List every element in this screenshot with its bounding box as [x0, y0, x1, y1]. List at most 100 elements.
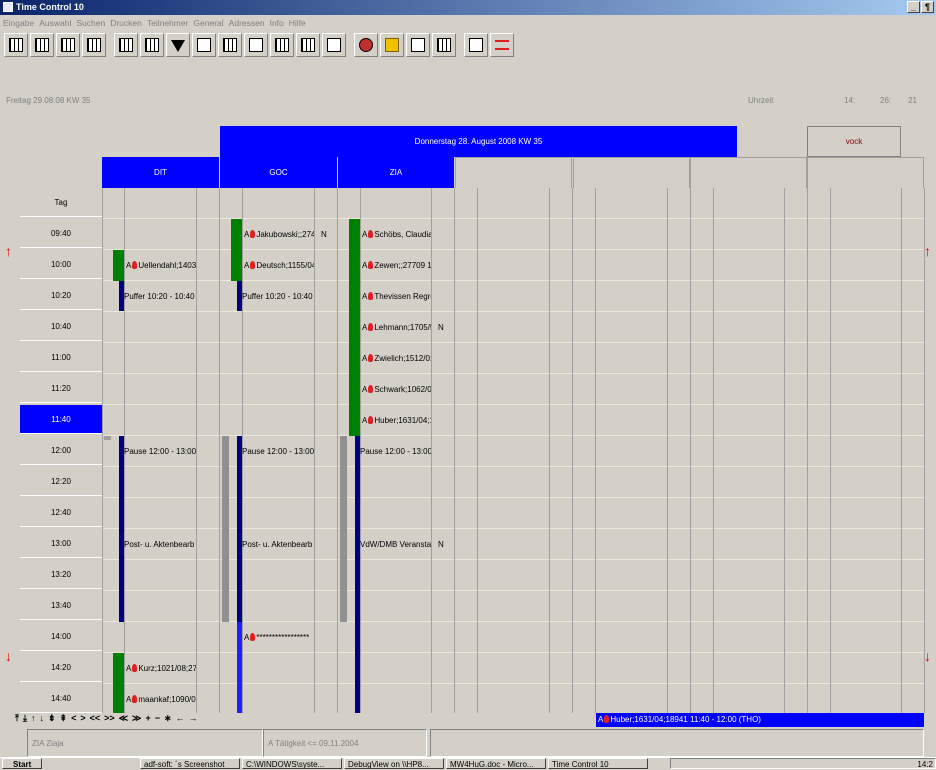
time-row[interactable]: 10:00 [20, 250, 102, 279]
appointment-bar[interactable] [113, 250, 124, 281]
room-header-zia[interactable]: ZIA [338, 157, 454, 188]
nav-left-icon[interactable]: ← [176, 713, 185, 727]
time-row[interactable]: 13:40 [20, 591, 102, 620]
restore-button[interactable]: ¶ [921, 1, 934, 13]
grid-day-icon[interactable] [56, 33, 80, 57]
nav-star-icon[interactable]: ∗ [164, 713, 172, 727]
appointment-entry[interactable]: A ***************** [244, 633, 314, 642]
nav-last-icon[interactable]: ⤓ [23, 713, 27, 727]
appointment-entry[interactable]: A Schwark;1062/0 [362, 385, 431, 394]
appointment-bar[interactable] [237, 622, 242, 713]
appointment-entry[interactable]: A Deutsch;1155/04 [244, 261, 314, 270]
scroll-down-arrow-icon[interactable]: ↓ [5, 648, 12, 664]
menu-auswahl[interactable]: Auswahl [39, 15, 71, 31]
clock[interactable]: 14:2 [917, 760, 933, 769]
day-header[interactable]: Donnerstag 28. August 2008 KW 35 [220, 126, 737, 157]
nav-next-month-icon[interactable]: ≫ [132, 713, 141, 727]
menu-teilnehmer[interactable]: Teilnehmer [147, 15, 189, 31]
columns-icon[interactable] [114, 33, 138, 57]
time-row[interactable]: 13:20 [20, 560, 102, 589]
taskbar-item[interactable]: MW4HuG.doc - Micro... [446, 758, 546, 769]
appointment-entry[interactable]: A Jakubowski;;274 [244, 230, 314, 239]
document-icon[interactable] [432, 33, 456, 57]
selection-status[interactable]: A Huber;1631/04;18941 11:40 - 12:00 (THO) [596, 713, 924, 727]
nav-next-week-icon[interactable]: >> [104, 713, 115, 727]
grid-month-icon[interactable] [30, 33, 54, 57]
pause-entry[interactable]: Pause 12:00 - 13:00 [360, 447, 431, 456]
time-row[interactable]: 12:40 [20, 498, 102, 527]
time-row[interactable]: 11:20 [20, 374, 102, 403]
menu-hilfe[interactable]: Hilfe [289, 15, 306, 31]
appointment-bar[interactable] [349, 219, 360, 436]
scroll-up-arrow-icon[interactable]: ↑ [5, 243, 12, 259]
time-row[interactable]: 09:40 [20, 219, 102, 248]
start-button[interactable]: Start [2, 758, 42, 769]
dialog-icon[interactable] [406, 33, 430, 57]
pause-bar[interactable] [119, 436, 124, 622]
menu-eingabe[interactable]: Eingabe [3, 15, 34, 31]
pause-entry[interactable]: Pause 12:00 - 13:00 [124, 447, 196, 456]
nav-right-icon[interactable]: → [189, 713, 198, 727]
time-row[interactable]: 10:40 [20, 312, 102, 341]
time-row[interactable]: 14:40 [20, 684, 102, 713]
lock-icon[interactable] [380, 33, 404, 57]
appointment-bar[interactable] [113, 653, 124, 713]
person-icon[interactable] [354, 33, 378, 57]
appointment-entry[interactable]: A Zwielich;1512/0: [362, 354, 431, 363]
room-header-empty[interactable] [573, 157, 690, 188]
red-list-icon[interactable] [490, 33, 514, 57]
appointment-entry[interactable]: A Schöbs, Claudia [362, 230, 431, 239]
room-header-dit[interactable]: DIT [102, 157, 219, 188]
task-entry[interactable]: VdW/DMB Veransta [360, 540, 431, 549]
nav-first-icon[interactable]: ⤒ [15, 713, 19, 727]
appointment-entry[interactable]: A Thevissen Regre [362, 292, 431, 301]
pause-entry[interactable]: Pause 12:00 - 13:00 [242, 447, 314, 456]
time-row[interactable]: 12:00 [20, 436, 102, 465]
appointment-entry[interactable]: A Lehmann;1705/5 [362, 323, 431, 332]
taskbar-item[interactable]: C:\WINDOWS\syste... [242, 758, 342, 769]
menu-drucken[interactable]: Drucken [110, 15, 142, 31]
pause-bar[interactable] [237, 436, 242, 622]
room-header-goc[interactable]: GOC [220, 157, 337, 188]
menu-general[interactable]: General [193, 15, 223, 31]
grid-week-icon[interactable] [4, 33, 28, 57]
room-header-empty[interactable] [807, 157, 924, 188]
time-row[interactable]: Tag [20, 188, 102, 217]
nav-prev-week-icon[interactable]: << [90, 713, 101, 727]
appointment-entry[interactable]: A Huber;1631/04;1 [362, 416, 431, 425]
nav-prev-icon[interactable]: < [71, 713, 76, 727]
buffer-entry[interactable]: Puffer 10:20 - 10:40 [242, 292, 314, 301]
columns-split-icon[interactable] [140, 33, 164, 57]
stamp-icon[interactable] [322, 33, 346, 57]
menu-suchen[interactable]: Suchen [76, 15, 105, 31]
time-row[interactable]: 11:00 [20, 343, 102, 372]
appointment-entry[interactable]: A Zewen;;27709 1 [362, 261, 431, 270]
appointment-entry[interactable]: A Uellendahl;1403/ [126, 261, 196, 270]
nav-page-up-icon[interactable]: ⇞ [60, 713, 68, 727]
time-row[interactable]: 14:00 [20, 622, 102, 651]
buffer-entry[interactable]: Puffer 10:20 - 10:40 [124, 292, 196, 301]
minimize-button[interactable]: _ [907, 1, 920, 13]
menu-adressen[interactable]: Adressen [229, 15, 265, 31]
taskbar-item[interactable]: DebugView on \\HP8... [344, 758, 444, 769]
task-entry[interactable]: Post- u. Aktenbearb [242, 540, 314, 549]
scroll-down-arrow-icon[interactable]: ↓ [924, 648, 931, 664]
camera-icon[interactable] [244, 33, 268, 57]
user-tab[interactable]: vock [807, 126, 901, 157]
calculator-icon[interactable] [218, 33, 242, 57]
nav-up-icon[interactable]: ↑ [31, 713, 36, 727]
time-row[interactable]: 14:20 [20, 653, 102, 682]
time-row-selected[interactable]: 11:40 [20, 405, 102, 434]
transfer-icon[interactable] [464, 33, 488, 57]
appointment-entry[interactable]: Amaankaf;1090/0 [126, 695, 196, 704]
window-icon[interactable] [192, 33, 216, 57]
nav-next-icon[interactable]: > [80, 713, 85, 727]
time-row[interactable]: 12:20 [20, 467, 102, 496]
room-header-empty[interactable] [690, 157, 807, 188]
room-header-empty[interactable] [455, 157, 572, 188]
taskbar-item[interactable]: adf-soft: ´s Screenshot [140, 758, 240, 769]
pause-bar[interactable] [355, 436, 360, 713]
planner-icon[interactable] [296, 33, 320, 57]
task-entry[interactable]: Post- u. Aktenbearb [124, 540, 196, 549]
nav-add-icon[interactable]: + [145, 713, 150, 727]
